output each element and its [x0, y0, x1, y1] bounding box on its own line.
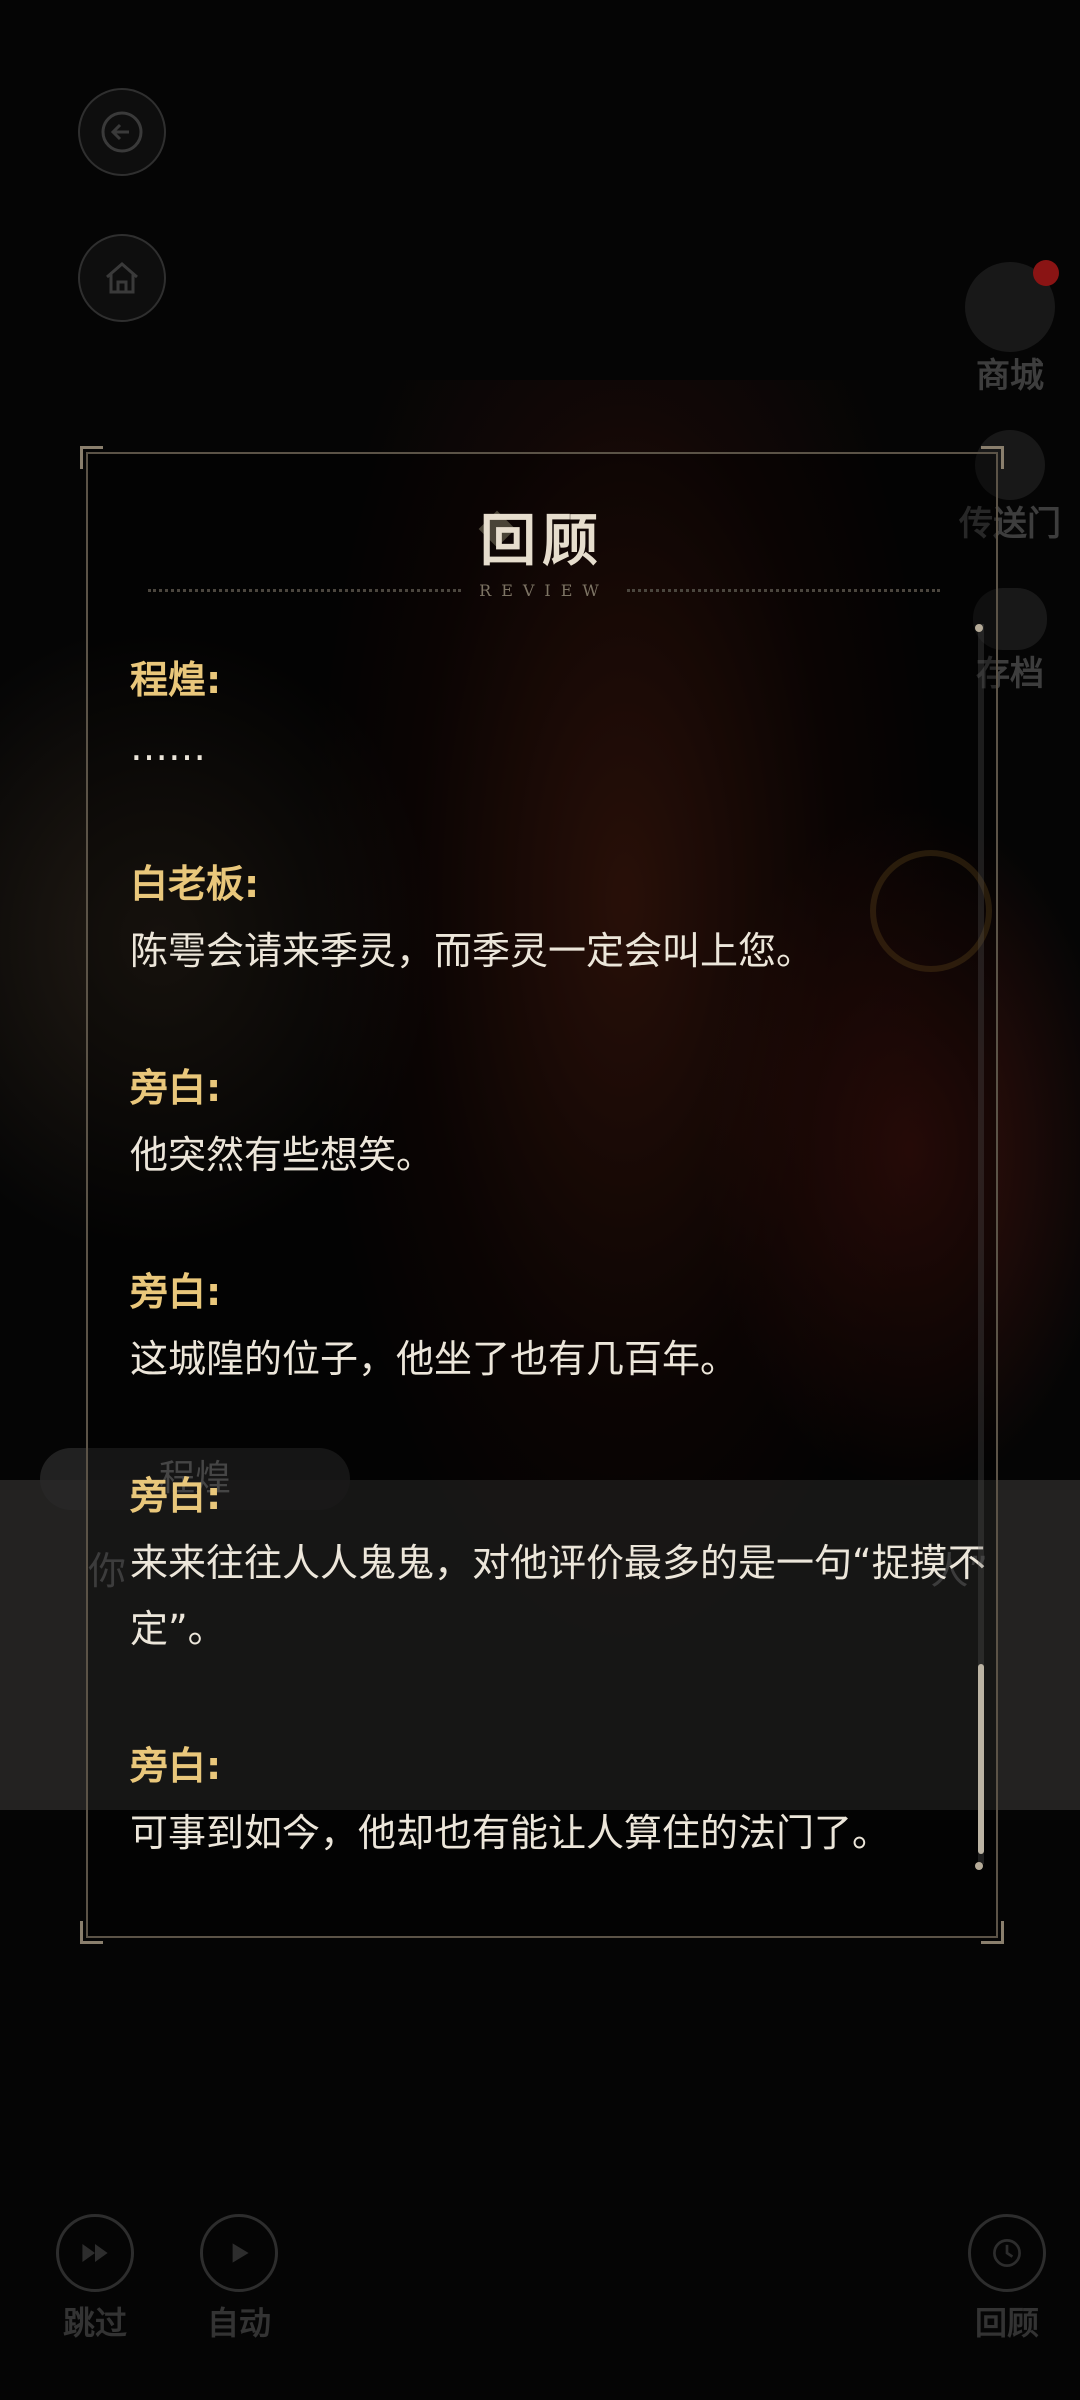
frame-corner	[80, 1921, 103, 1944]
review-entry: 白老板: 陈雩会请来季灵，而季灵一定会叫上您。	[130, 858, 990, 984]
back-button[interactable]	[78, 88, 166, 176]
review-entry: 程煌: ……	[130, 654, 990, 780]
dialogue-text: ……	[130, 725, 206, 769]
dialogue-text: 他突然有些想笑。	[130, 1133, 435, 1177]
speaker-name: 旁白:	[130, 1066, 222, 1110]
review-dialog: 回顾 REVIEW 程煌: …… 白老板: 陈雩会请来季灵，而季灵一定会叫上您。…	[80, 446, 1004, 1944]
dotted-divider	[626, 588, 941, 592]
shop-character-icon	[965, 260, 1059, 352]
review-entry: 旁白: 可事到如今，他却也有能让人算住的法门了。	[130, 1740, 990, 1866]
dotted-divider	[148, 588, 462, 592]
speaker-name: 旁白:	[130, 1270, 222, 1314]
review-entry: 旁白: 这城隍的位子，他坐了也有几百年。	[130, 1266, 990, 1392]
frame-corner	[80, 446, 103, 469]
skip-label: 跳过	[62, 2304, 127, 2342]
speaker-name: 白老板:	[130, 862, 260, 906]
scrollbar-bottom-cap	[975, 1862, 983, 1870]
side-item-shop[interactable]: 商城	[955, 260, 1065, 397]
speaker-name: 旁白:	[130, 1474, 222, 1518]
home-icon	[106, 262, 138, 294]
review-entry: 旁白: 他突然有些想笑。	[130, 1062, 990, 1188]
auto-button[interactable]: 自动	[184, 2214, 294, 2344]
subtitle-row: REVIEW	[148, 576, 941, 604]
scrollbar-thumb[interactable]	[978, 1664, 984, 1854]
dialogue-text: 来来往往人人鬼鬼，对他评价最多的是一句“捉摸不定”。	[130, 1541, 986, 1651]
dialogue-text: 陈雩会请来季灵，而季灵一定会叫上您。	[130, 929, 815, 973]
review-entries-list[interactable]: 程煌: …… 白老板: 陈雩会请来季灵，而季灵一定会叫上您。 旁白: 他突然有些…	[130, 654, 990, 1944]
side-item-label: 商城	[976, 356, 1044, 396]
review-label: 回顾	[974, 2304, 1039, 2342]
fast-forward-icon	[56, 2214, 134, 2292]
dialogue-text: 可事到如今，他却也有能让人算住的法门了。	[130, 1811, 891, 1855]
frame-corner	[981, 446, 1004, 469]
review-entry: 旁白: 来来往往人人鬼鬼，对他评价最多的是一句“捉摸不定”。	[130, 1470, 990, 1662]
scrollbar-top-cap	[975, 624, 983, 632]
auto-label: 自动	[206, 2304, 271, 2342]
home-button[interactable]	[78, 234, 166, 322]
dialog-subtitle: REVIEW	[479, 580, 609, 600]
review-button[interactable]: 回顾	[952, 2214, 1062, 2344]
play-icon	[200, 2214, 278, 2292]
skip-button[interactable]: 跳过	[40, 2214, 150, 2344]
dialogue-text: 这城隍的位子，他坐了也有几百年。	[130, 1337, 739, 1381]
notification-badge	[1033, 260, 1059, 286]
speaker-name: 旁白:	[130, 1744, 222, 1788]
dialog-title: 回顾	[480, 508, 604, 574]
back-arrow-icon	[101, 111, 143, 153]
speaker-name: 程煌:	[130, 658, 222, 702]
clock-icon	[968, 2214, 1046, 2292]
